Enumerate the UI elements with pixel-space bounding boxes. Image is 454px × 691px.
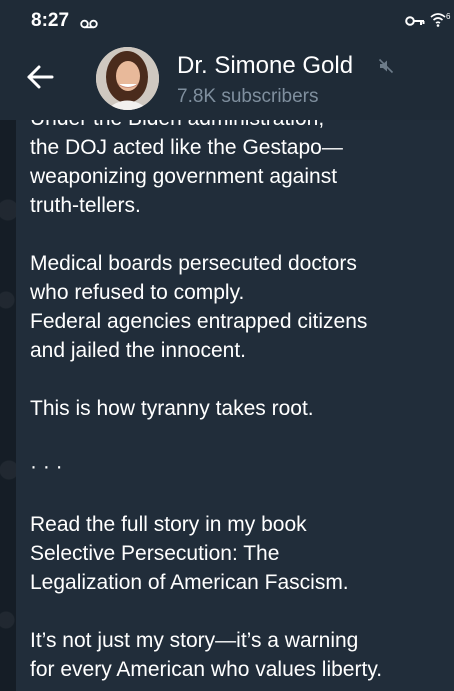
voicemail-icon <box>80 16 98 34</box>
message-line: Medical boards persecuted doctors <box>30 252 357 275</box>
message-line: who refused to comply. <box>30 281 245 304</box>
message-line: truth-tellers. <box>30 194 141 217</box>
message-line: weaponizing government against <box>30 165 338 188</box>
channel-avatar[interactable] <box>96 47 159 110</box>
back-arrow-icon[interactable] <box>26 64 54 95</box>
message-line: the DOJ acted like the Gestapo— <box>30 136 343 159</box>
channel-name[interactable]: Dr. Simone Gold <box>177 52 353 80</box>
message-line: Under the Biden administration, <box>30 120 440 133</box>
status-bar: 8:27 6 <box>0 0 454 44</box>
message-line: Selective Persecution: The <box>30 542 280 565</box>
vpn-key-icon <box>405 14 425 32</box>
wifi-badge: 6 <box>446 12 451 21</box>
message-line: Read the full story in my book <box>30 513 307 536</box>
message-line: and jailed the innocent. <box>30 339 246 362</box>
message-text: Under the Biden administration, the DOJ a… <box>30 120 440 684</box>
subscriber-count: 7.8K subscribers <box>177 86 319 107</box>
wifi-icon: 6 <box>430 12 452 33</box>
message-line: Federal agencies entrapped citizens <box>30 310 368 333</box>
muted-speaker-icon <box>378 58 394 79</box>
message-bubble[interactable]: Under the Biden administration, the DOJ a… <box>16 120 454 691</box>
message-line: It’s not just my story—it’s a warning <box>30 629 359 652</box>
channel-header: 8:27 6 Dr. Simone Gold 7.8K subscribers <box>0 0 454 120</box>
message-line: Legalization of American Fascism. <box>30 571 349 594</box>
message-line: · · · <box>30 455 63 478</box>
message-line: This is how tyranny takes root. <box>30 397 314 420</box>
message-line: for every American who values liberty. <box>30 658 383 681</box>
status-time: 8:27 <box>31 10 70 31</box>
